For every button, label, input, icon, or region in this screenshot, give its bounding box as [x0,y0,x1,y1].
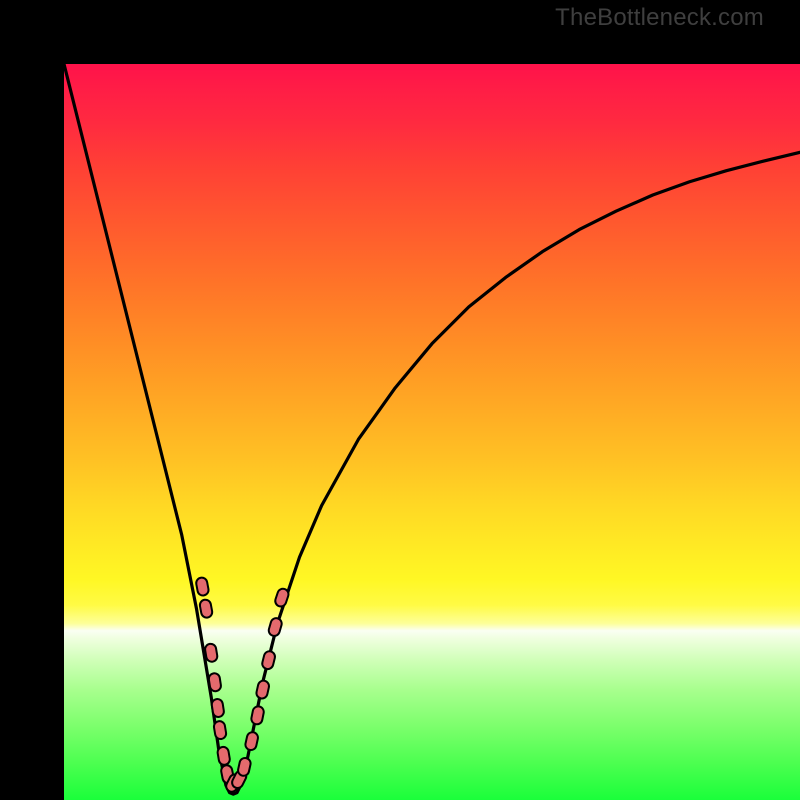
marker [255,680,270,700]
chart-frame [0,0,800,800]
marker [208,673,222,692]
watermark-text: TheBottleneck.com [555,4,764,32]
marker [213,720,227,740]
marker [261,650,276,670]
marker [244,731,259,751]
marker [195,577,209,597]
marker [211,698,225,717]
marker [217,746,231,766]
bottleneck-curve [64,64,800,794]
marker [199,599,213,619]
curve-layer [64,64,800,800]
marker [204,643,218,663]
marker [267,617,283,637]
plot-area [64,64,800,800]
data-markers [195,577,290,794]
marker [250,705,264,725]
marker [237,757,252,777]
curve-path [64,64,800,794]
marker [274,587,290,608]
